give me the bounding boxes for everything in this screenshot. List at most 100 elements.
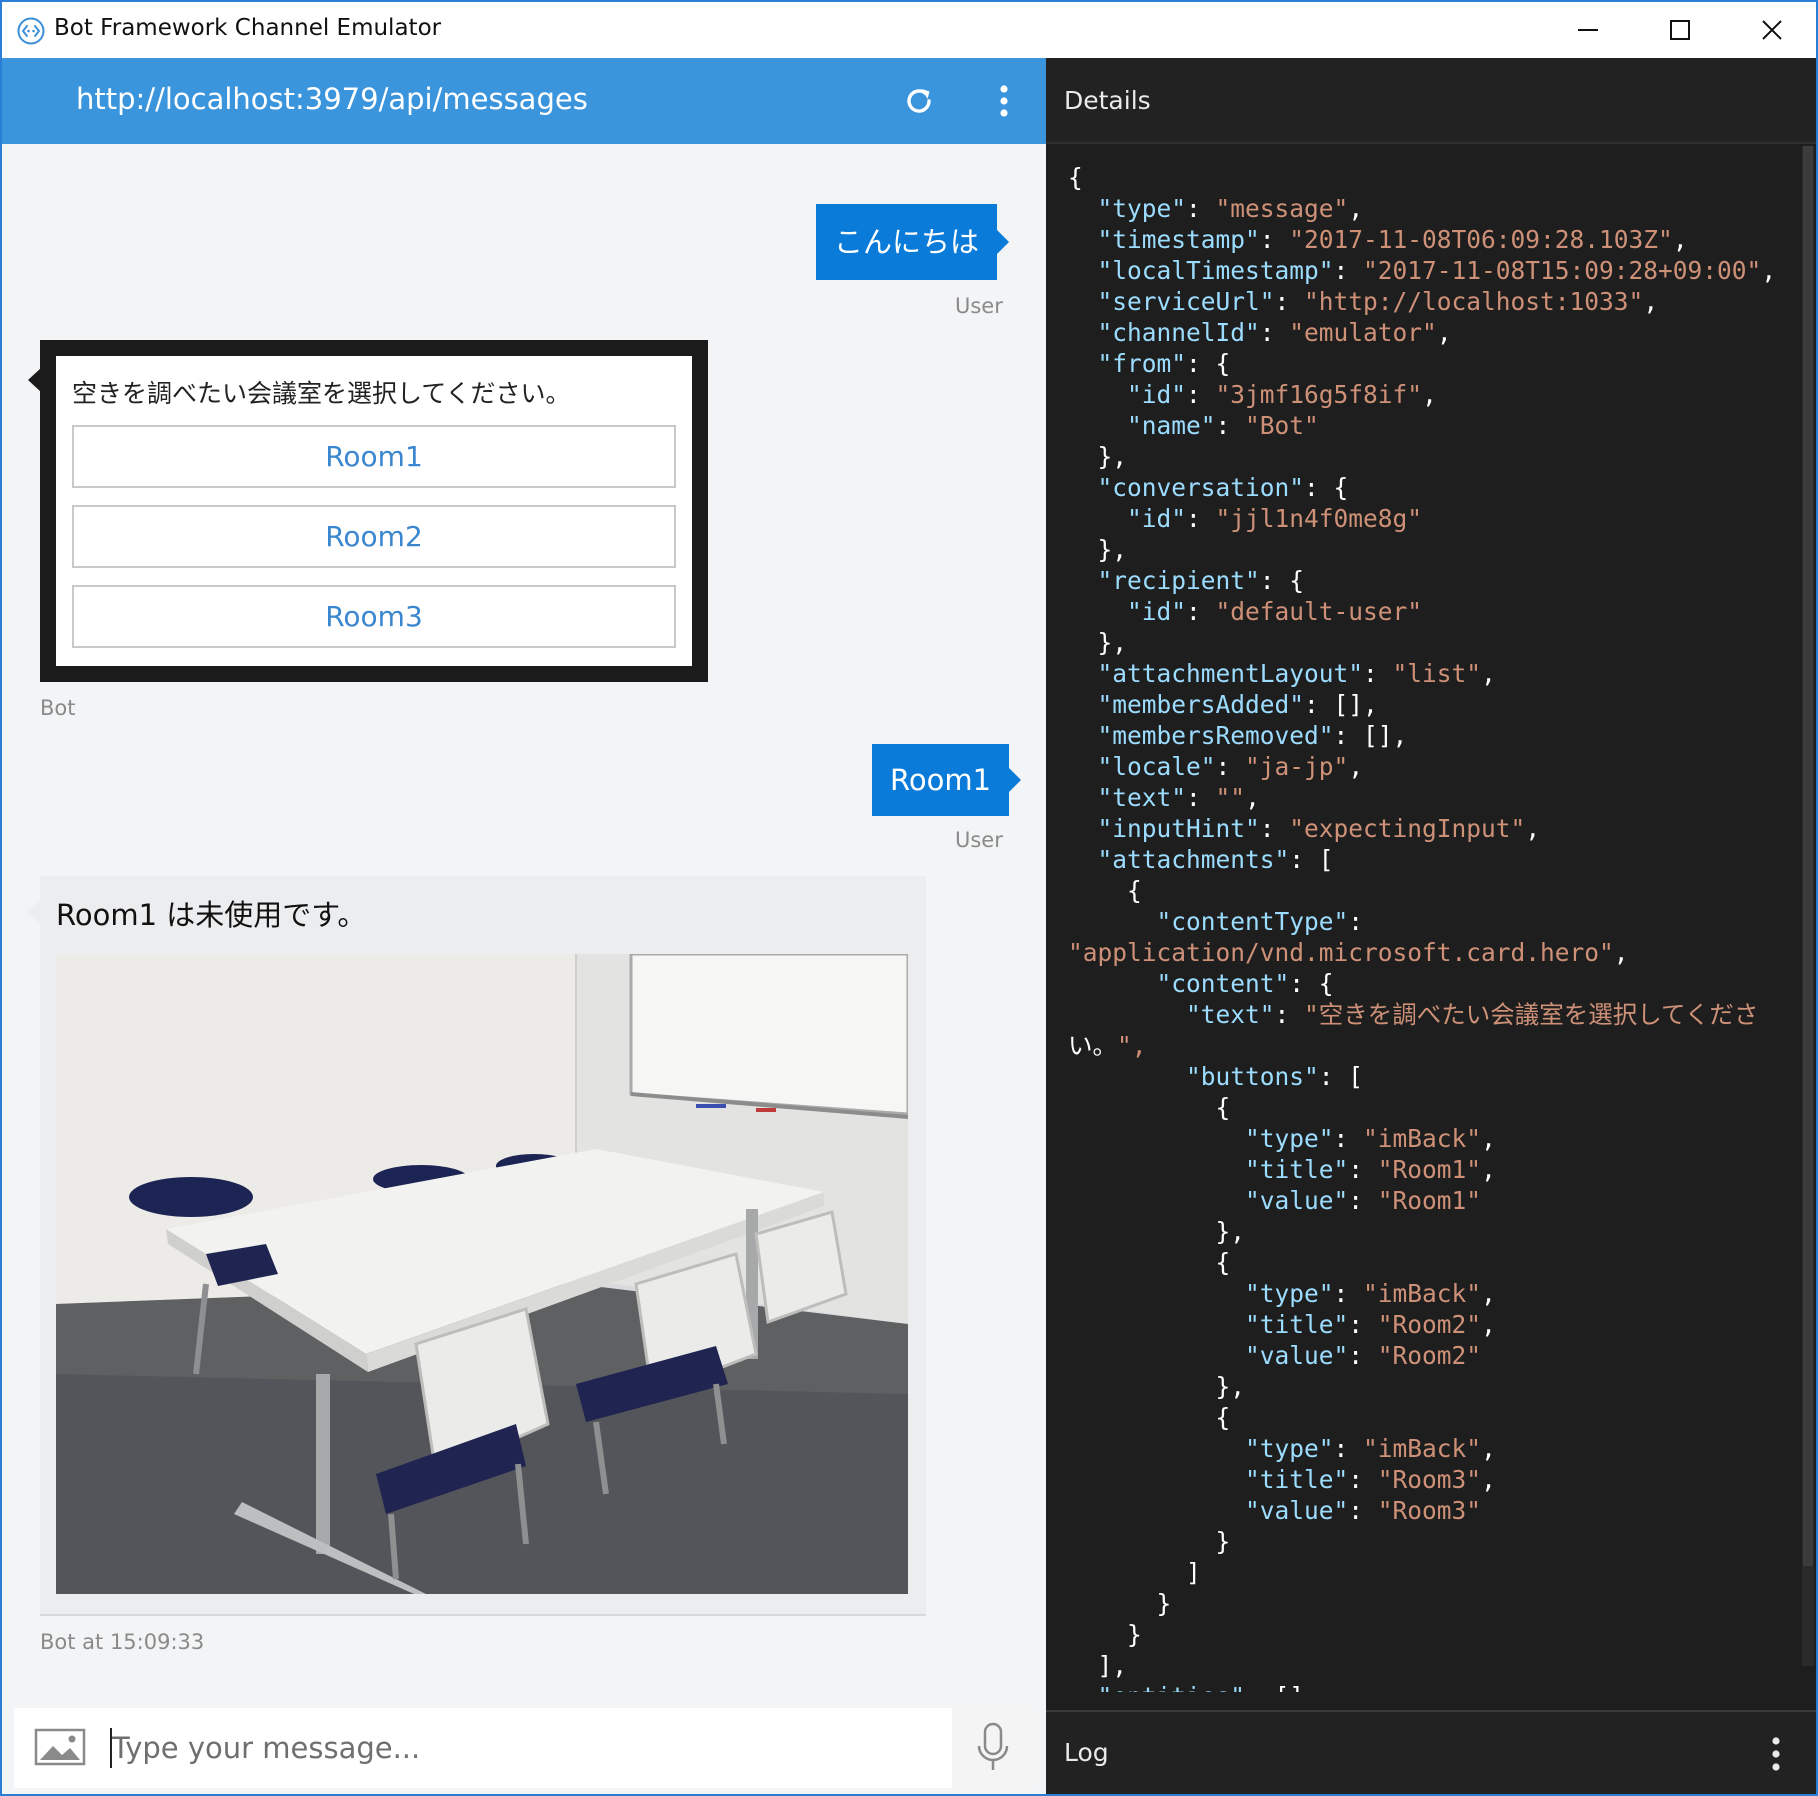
json-line: "application/vnd.microsoft.card.hero",: [1068, 938, 1629, 967]
hero-card: 空きを調べたい会議室を選択してください。 Room1 Room2 Room3: [40, 340, 708, 682]
bot-emulator-icon: [17, 17, 45, 45]
chat-menu-button[interactable]: [984, 80, 1024, 122]
json-line: }: [1068, 1589, 1172, 1618]
user-message: Room1: [872, 744, 1022, 816]
json-inspector[interactable]: { "type": "message", "timestamp": "2017-…: [1068, 162, 1798, 1692]
json-line: "localTimestamp": "2017-11-08T15:09:28+0…: [1097, 256, 1777, 285]
json-line: ],: [1068, 1651, 1128, 1680]
message-sender: User: [955, 294, 1003, 318]
bot-message: Room1 は未使用です。: [40, 876, 926, 1616]
message-input-bar: [14, 1708, 1036, 1788]
title-bar: Bot Framework Channel Emulator: [2, 2, 1816, 58]
json-line: "type": "imBack",: [1245, 1124, 1496, 1153]
user-message: こんにちは: [816, 204, 1010, 280]
json-line: "membersAdded": [],: [1097, 690, 1378, 719]
log-menu-button[interactable]: [1756, 1732, 1796, 1776]
json-line: "id": "default-user": [1127, 597, 1423, 626]
maximize-button[interactable]: [1634, 2, 1726, 58]
text-caret: [110, 1728, 112, 1768]
bot-message-text: Room1 は未使用です。: [56, 898, 367, 932]
close-icon: [1762, 20, 1782, 40]
bubble-pointer: [26, 900, 40, 924]
json-line: い。",: [1068, 1031, 1147, 1060]
json-line: "channelId": "emulator",: [1097, 318, 1452, 347]
json-line: {: [1068, 1093, 1231, 1122]
json-line: "attachments": [: [1097, 845, 1334, 874]
message-sender: User: [955, 828, 1003, 852]
json-line: {: [1068, 1248, 1231, 1277]
endpoint-url[interactable]: http://localhost:3979/api/messages: [76, 82, 588, 116]
json-line: "type": "message",: [1097, 194, 1364, 223]
log-title: Log: [1064, 1738, 1109, 1767]
json-scrollbar[interactable]: [1802, 146, 1814, 1666]
json-line: "type": "imBack",: [1245, 1279, 1496, 1308]
json-line: "value": "Room1": [1245, 1186, 1482, 1215]
json-line: "serviceUrl": "http://localhost:1033",: [1097, 287, 1659, 316]
message-sender: Bot: [40, 696, 76, 720]
image-icon: [34, 1728, 86, 1766]
json-line: }: [1068, 1527, 1231, 1556]
json-line: "text": "空きを調べたい会議室を選択してくださ: [1186, 1000, 1759, 1029]
json-line: ]: [1068, 1558, 1201, 1587]
json-line: "recipient": {: [1097, 566, 1305, 595]
json-line: "buttons": [: [1186, 1062, 1364, 1091]
message-input[interactable]: [110, 1708, 950, 1788]
hero-card-text: 空きを調べたい会議室を選択してください。: [72, 379, 571, 408]
json-line: "inputHint": "expectingInput",: [1097, 814, 1541, 843]
json-line: {: [1068, 163, 1083, 192]
json-line: "from": {: [1097, 349, 1231, 378]
details-pane: Details { "type": "message", "timestamp"…: [1046, 58, 1816, 1794]
json-line: "membersRemoved": [],: [1097, 721, 1408, 750]
room2-button[interactable]: Room2: [72, 505, 676, 568]
json-line: {: [1068, 876, 1142, 905]
maximize-icon: [1670, 20, 1690, 40]
minimize-icon: [1578, 29, 1598, 31]
chat-pane: http://localhost:3979/api/messages こんにちは…: [2, 58, 1046, 1794]
upload-image-button[interactable]: [34, 1726, 88, 1770]
meeting-room-photo[interactable]: [56, 954, 908, 1594]
json-line: "title": "Room1",: [1245, 1155, 1496, 1184]
scrollbar-thumb[interactable]: [1803, 146, 1813, 1566]
json-line: {: [1068, 1403, 1231, 1432]
json-line: "title": "Room2",: [1245, 1310, 1496, 1339]
json-line: },: [1068, 535, 1128, 564]
room1-button[interactable]: Room1: [72, 425, 676, 488]
room3-button[interactable]: Room3: [72, 585, 676, 648]
json-line: "entities": []: [1068, 1681, 1798, 1692]
json-line: "name": "Bot": [1127, 411, 1319, 440]
json-line: "text": "",: [1097, 783, 1260, 812]
more-vertical-icon: [1000, 85, 1008, 117]
refresh-button[interactable]: [898, 80, 940, 122]
json-line: "title": "Room3",: [1245, 1465, 1496, 1494]
json-line: "value": "Room2": [1245, 1341, 1482, 1370]
window-title: Bot Framework Channel Emulator: [54, 15, 442, 41]
json-line: "attachmentLayout": "list",: [1097, 659, 1496, 688]
close-button[interactable]: [1726, 2, 1818, 58]
json-line: "type": "imBack",: [1245, 1434, 1496, 1463]
microphone-button[interactable]: [952, 1708, 1036, 1788]
message-sender: Bot at 15:09:33: [40, 1630, 205, 1654]
json-line: "id": "jjl1n4f0me8g": [1127, 504, 1423, 533]
json-line: "value": "Room3": [1245, 1496, 1482, 1525]
json-line: },: [1068, 1217, 1246, 1246]
json-line: "conversation": {: [1097, 473, 1349, 502]
hero-card-body: 空きを調べたい会議室を選択してください。 Room1 Room2 Room3: [56, 356, 692, 666]
json-line: },: [1068, 442, 1128, 471]
refresh-icon: [907, 89, 931, 113]
meeting-room-image: [56, 954, 908, 1594]
minimize-button[interactable]: [1542, 2, 1634, 58]
json-line: "contentType":: [1156, 907, 1364, 936]
chat-header: http://localhost:3979/api/messages: [2, 58, 1046, 144]
microphone-icon: [977, 1722, 1009, 1770]
log-panel: Log: [1046, 1710, 1816, 1794]
json-line: }: [1068, 1620, 1142, 1649]
json-line: },: [1068, 1372, 1246, 1401]
more-vertical-icon: [1772, 1737, 1780, 1771]
json-line: "content": {: [1156, 969, 1334, 998]
details-title: Details: [1064, 86, 1151, 115]
details-header: Details: [1046, 58, 1816, 144]
emulator-window: Bot Framework Channel Emulator http://lo…: [0, 0, 1818, 1796]
json-line: },: [1068, 628, 1128, 657]
json-line: "locale": "ja-jp",: [1097, 752, 1364, 781]
json-line: "id": "3jmf16g5f8if",: [1127, 380, 1437, 409]
